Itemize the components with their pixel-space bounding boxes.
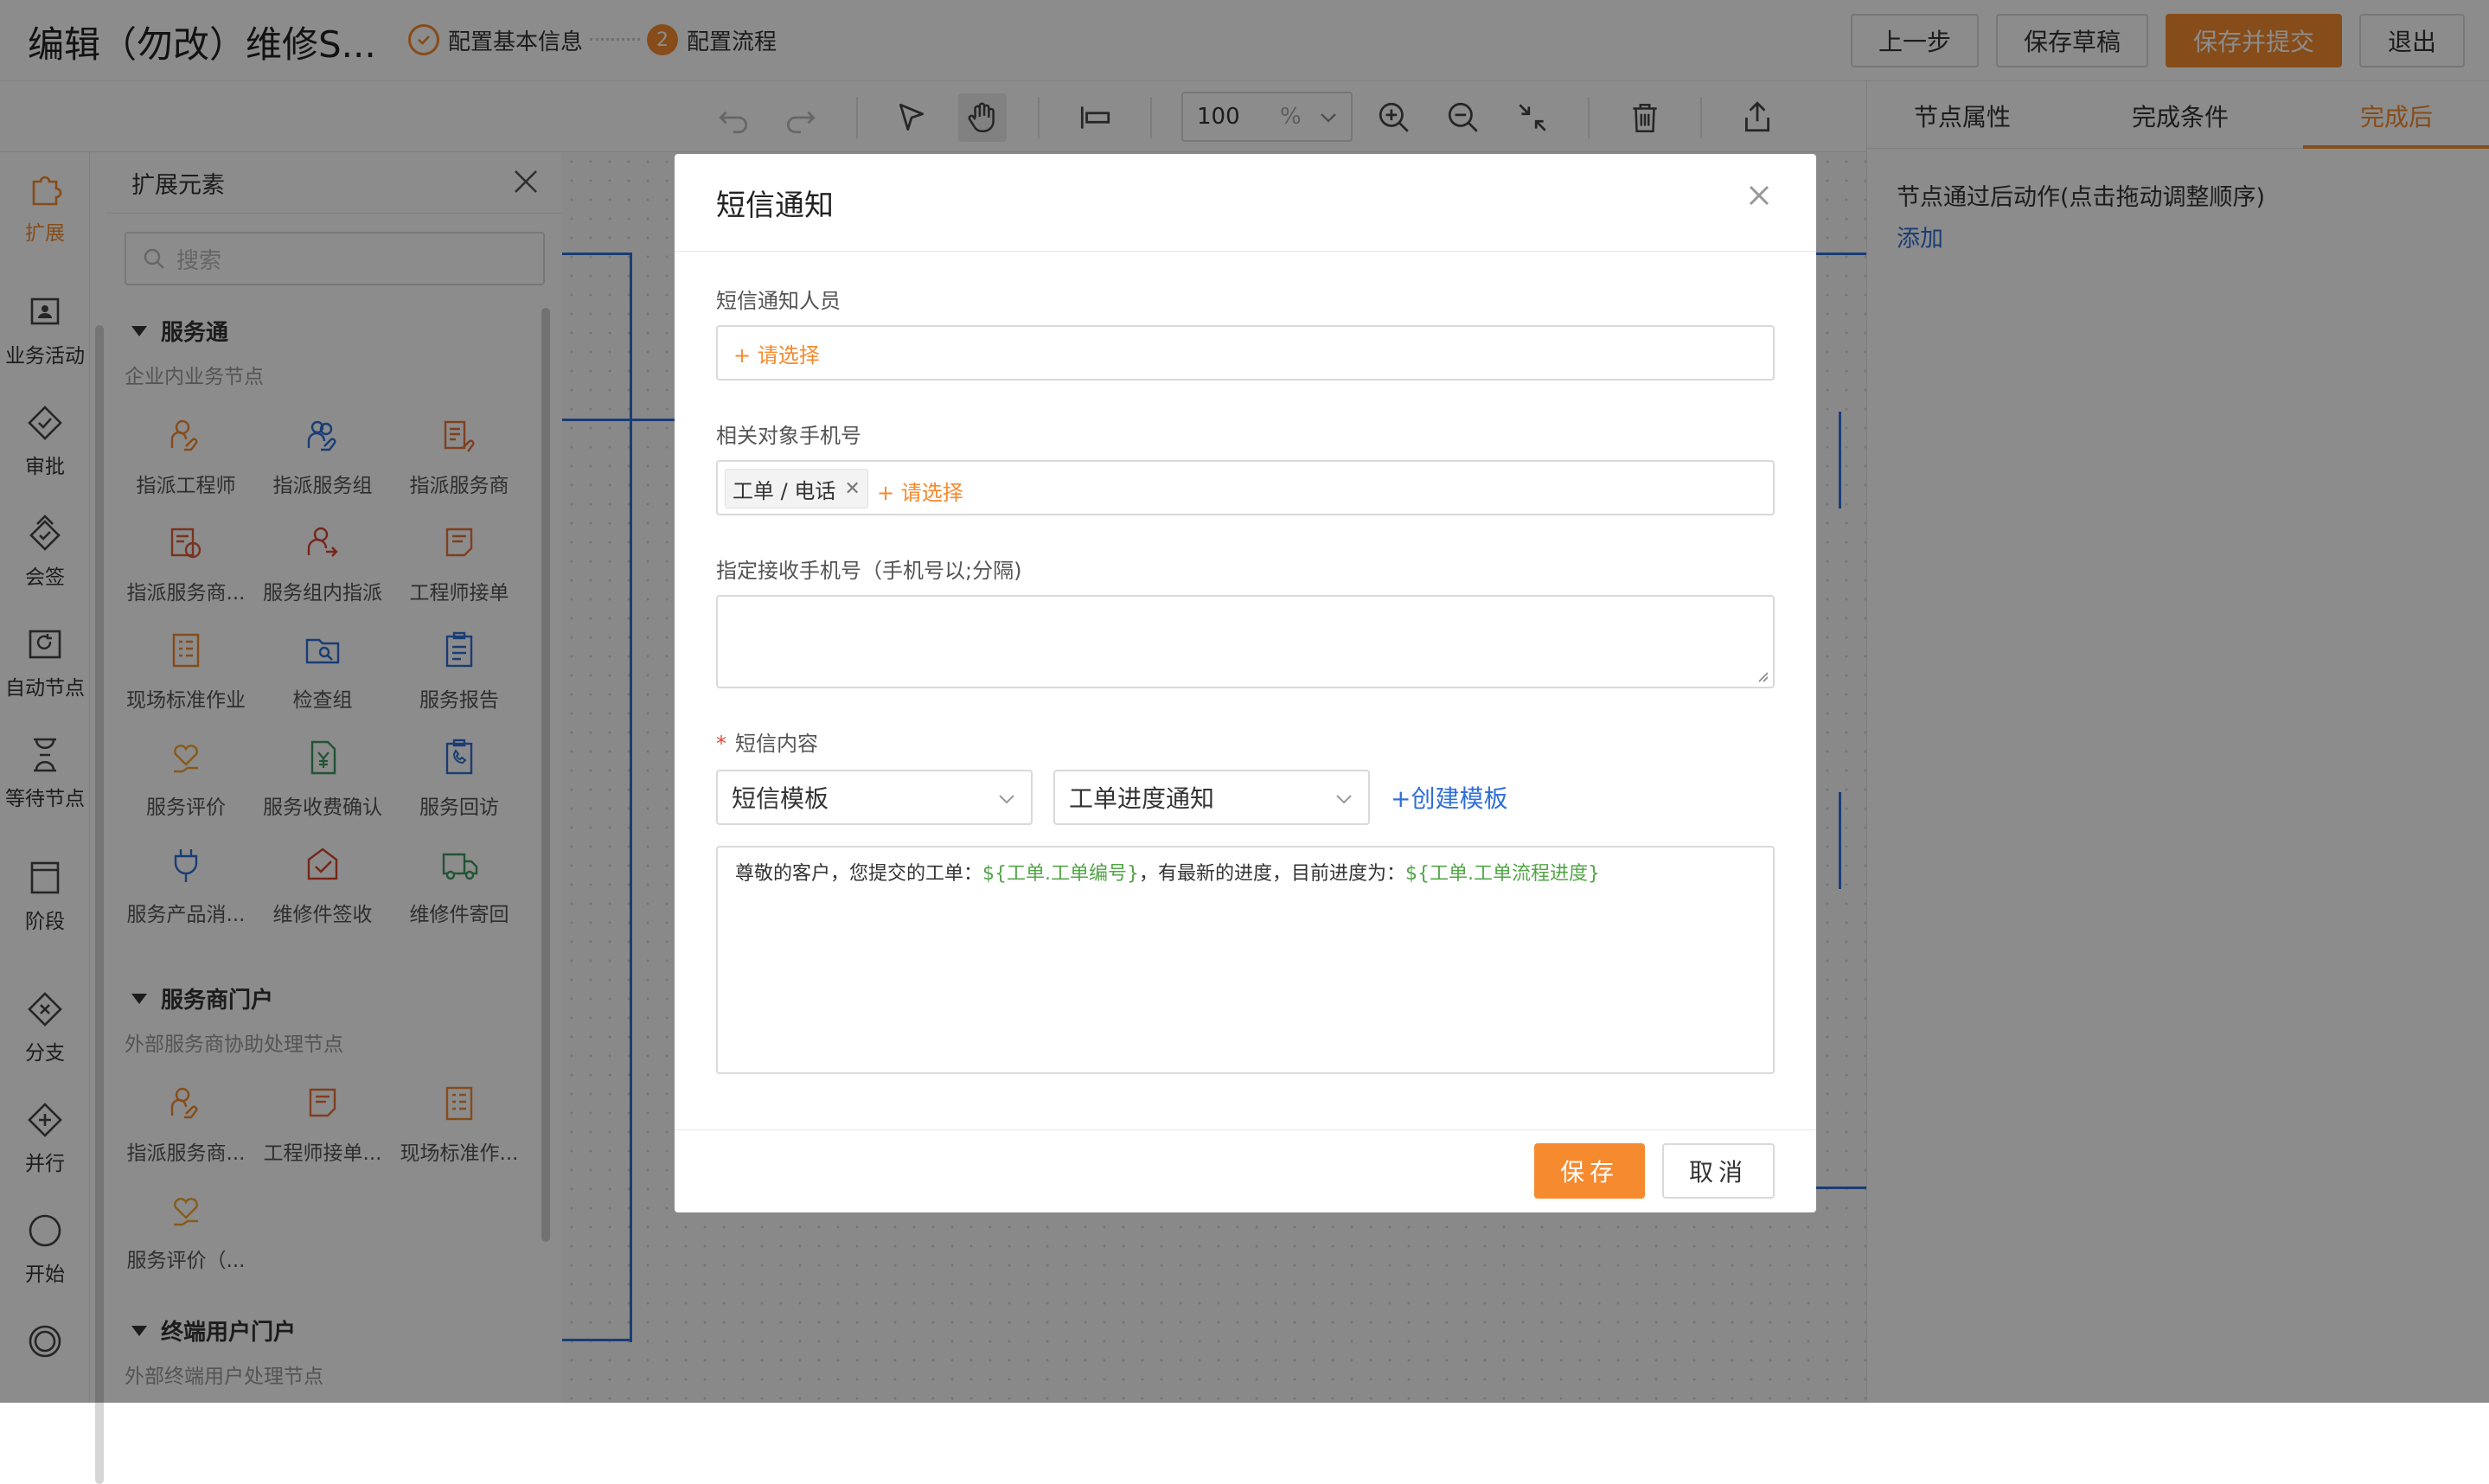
content-variable: ${工单.工单流程进度}: [1405, 863, 1601, 885]
cancel-button[interactable]: 取消: [1662, 1143, 1775, 1199]
sms-content-label: * 短信内容: [716, 732, 818, 756]
tag-remove-icon[interactable]: ✕: [844, 478, 860, 500]
content-text: ，有最新的进度，目前进度为：: [1139, 863, 1406, 885]
tag-label: 工单 / 电话: [733, 478, 836, 503]
save-button[interactable]: 保存: [1534, 1143, 1645, 1199]
resize-grip-icon[interactable]: [1756, 669, 1769, 683]
template-type-select[interactable]: 短信模板: [716, 770, 1033, 825]
create-template-link[interactable]: +创建模板: [1391, 780, 1507, 815]
dialog-title: 短信通知: [716, 189, 834, 223]
dialog-footer-divider: [675, 1129, 1816, 1130]
notify-people-select[interactable]: + 请选择: [716, 325, 1775, 381]
notify-people-label: 短信通知人员: [716, 289, 841, 313]
required-marker: *: [716, 732, 726, 756]
template-name-select[interactable]: 工单进度通知: [1053, 770, 1370, 825]
content-variable: ${工单.工单编号}: [982, 863, 1140, 885]
content-text: 尊敬的客户，您提交的工单：: [735, 863, 983, 885]
specified-phone-textarea[interactable]: [716, 595, 1775, 688]
selected-tag: 工单 / 电话 ✕: [725, 469, 868, 509]
dialog-header-divider: [675, 251, 1816, 252]
sms-content-editor[interactable]: 尊敬的客户，您提交的工单：${工单.工单编号}，有最新的进度，目前进度为：${工…: [716, 846, 1775, 1074]
add-select-link[interactable]: + 请选择: [877, 476, 963, 506]
chevron-down-icon: [1336, 795, 1352, 804]
specified-phone-label: 指定接收手机号（手机号以;分隔): [716, 559, 1022, 583]
add-select-link[interactable]: + 请选择: [733, 338, 820, 368]
sms-notification-dialog: 短信通知 短信通知人员 + 请选择 相关对象手机号 工单 / 电话 ✕ + 请选…: [675, 154, 1816, 1212]
related-phone-label: 相关对象手机号: [716, 424, 861, 448]
related-phone-select[interactable]: 工单 / 电话 ✕ + 请选择: [716, 460, 1775, 515]
chevron-down-icon: [999, 795, 1014, 804]
close-icon[interactable]: [1740, 176, 1778, 214]
